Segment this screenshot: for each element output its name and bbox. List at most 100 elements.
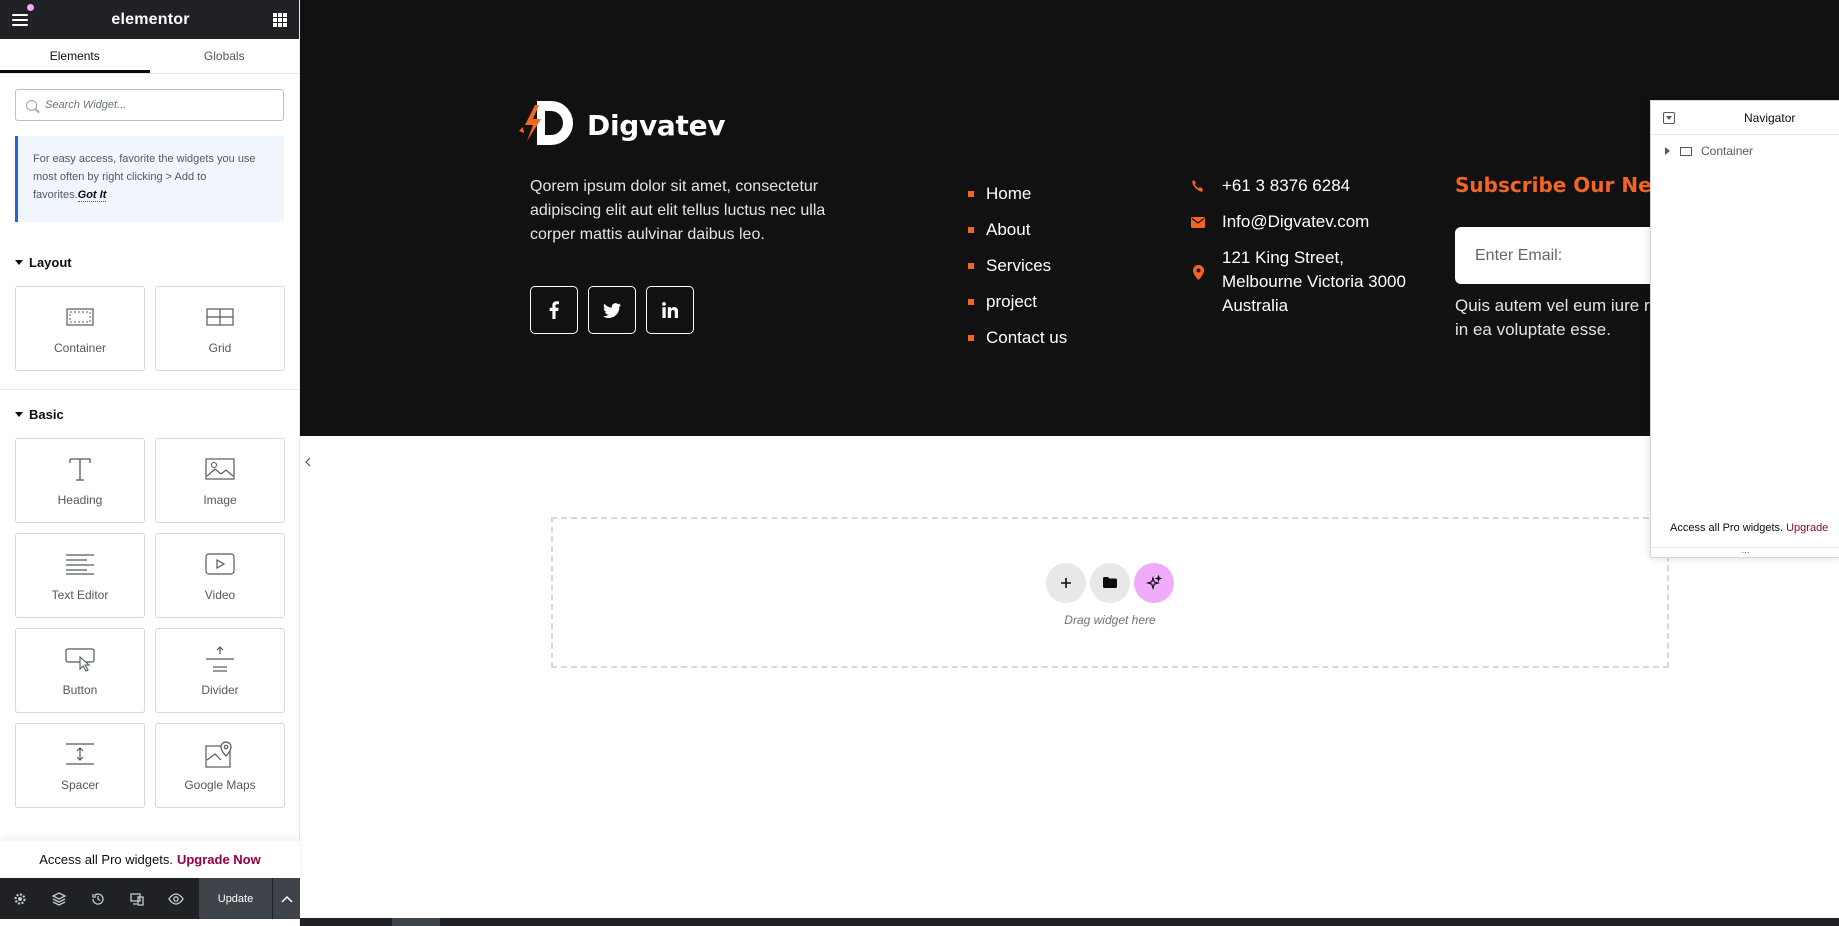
contact-email[interactable]: Info@Digvatev.com bbox=[1190, 212, 1422, 232]
elementor-logo: elementor bbox=[111, 10, 190, 28]
category-layout[interactable]: Layout bbox=[0, 252, 299, 272]
widget-text-editor[interactable]: Text Editor bbox=[15, 533, 145, 618]
widget-label: Image bbox=[203, 492, 237, 507]
bullet bbox=[968, 335, 974, 341]
settings-gear-icon[interactable] bbox=[0, 878, 39, 919]
heading-icon bbox=[65, 455, 95, 483]
category-label: Layout bbox=[29, 254, 72, 270]
favorites-tip: For easy access, favorite the widgets yo… bbox=[15, 136, 284, 222]
pro-text: Access all Pro widgets. bbox=[1670, 522, 1784, 534]
collapse-all-icon[interactable] bbox=[1663, 112, 1675, 124]
bullet bbox=[968, 299, 974, 305]
tab-elements[interactable]: Elements bbox=[0, 39, 150, 73]
navigator-item-label: Container bbox=[1701, 144, 1754, 158]
widget-grid[interactable]: Grid bbox=[155, 286, 285, 371]
linkedin-icon bbox=[662, 302, 678, 318]
notification-dot bbox=[27, 4, 34, 11]
site-footer-section[interactable]: Digvatev Qorem ipsum dolor sit amet, con… bbox=[300, 0, 1839, 436]
widget-container[interactable]: Container bbox=[15, 286, 145, 371]
envelope-icon bbox=[1190, 214, 1206, 230]
widget-button[interactable]: Button bbox=[15, 628, 145, 713]
apps-grid-icon[interactable] bbox=[273, 12, 287, 27]
resize-handle[interactable]: ... bbox=[1651, 546, 1839, 557]
basic-widgets-grid: Heading Image Text Editor Video Button D… bbox=[0, 438, 299, 808]
email-field[interactable] bbox=[1475, 246, 1675, 265]
widget-label: Button bbox=[62, 682, 98, 697]
widget-divider[interactable]: Divider bbox=[155, 628, 285, 713]
brand-name: Digvatev bbox=[587, 108, 726, 142]
empty-container-dropzone[interactable]: Drag widget here bbox=[551, 517, 1669, 668]
widget-label: Text Editor bbox=[51, 587, 109, 602]
update-button[interactable]: Update bbox=[199, 878, 272, 919]
spacer-icon bbox=[65, 740, 95, 768]
chevron-up-icon[interactable] bbox=[273, 878, 300, 919]
add-section-button[interactable] bbox=[1046, 562, 1086, 603]
widget-google-maps[interactable]: Google Maps bbox=[155, 723, 285, 808]
chevron-left-icon bbox=[305, 457, 311, 467]
contact-phone[interactable]: +61 3 8376 6284 bbox=[1190, 176, 1422, 196]
navigator-panel: Navigator Container Access all Pro widge… bbox=[1650, 100, 1839, 558]
contact-info: +61 3 8376 6284 Info@Digvatev.com 121 Ki… bbox=[1190, 176, 1422, 334]
folder-icon bbox=[1103, 577, 1117, 588]
horizontal-scrollbar[interactable] bbox=[300, 918, 1839, 926]
panel-footer: Update bbox=[0, 878, 300, 919]
twitter-button[interactable] bbox=[588, 286, 636, 334]
widget-label: Heading bbox=[57, 492, 103, 507]
layout-widgets-grid: Container Grid bbox=[0, 286, 299, 371]
image-icon bbox=[205, 455, 235, 483]
twitter-icon bbox=[603, 302, 621, 318]
footer-link-project[interactable]: project bbox=[968, 284, 1067, 320]
widget-heading[interactable]: Heading bbox=[15, 438, 145, 523]
preview-eye-icon[interactable] bbox=[156, 878, 195, 919]
tab-globals[interactable]: Globals bbox=[150, 39, 300, 73]
text-editor-icon bbox=[65, 550, 95, 578]
phone-icon bbox=[1190, 178, 1206, 194]
widget-label: Container bbox=[53, 340, 107, 355]
contact-address: 121 King Street, Melbourne Victoria 3000… bbox=[1190, 246, 1422, 318]
widget-image[interactable]: Image bbox=[155, 438, 285, 523]
dropzone-buttons bbox=[1044, 562, 1176, 603]
category-label: Basic bbox=[29, 406, 64, 422]
facebook-button[interactable] bbox=[530, 286, 578, 334]
navigator-item-container[interactable]: Container bbox=[1651, 135, 1839, 167]
scrollbar-thumb[interactable] bbox=[392, 918, 440, 926]
linkedin-button[interactable] bbox=[646, 286, 694, 334]
caret-down-icon bbox=[15, 259, 23, 265]
widget-label: Google Maps bbox=[184, 777, 256, 792]
map-icon bbox=[205, 740, 235, 768]
search-input[interactable] bbox=[45, 99, 265, 111]
collapse-panel-button[interactable] bbox=[300, 444, 316, 480]
footer-link-services[interactable]: Services bbox=[968, 248, 1067, 284]
location-pin-icon bbox=[1190, 264, 1206, 280]
history-icon[interactable] bbox=[78, 878, 117, 919]
tip-text: For easy access, favorite the widgets yo… bbox=[33, 153, 256, 201]
navigator-pro-bar: Access all Pro widgets. Upgrade bbox=[1670, 522, 1828, 534]
widget-spacer[interactable]: Spacer bbox=[15, 723, 145, 808]
widget-video[interactable]: Video bbox=[155, 533, 285, 618]
got-it-link[interactable]: Got It bbox=[77, 189, 107, 202]
brand-logo[interactable]: Digvatev bbox=[515, 97, 726, 153]
footer-link-home[interactable]: Home bbox=[968, 176, 1067, 212]
link-label: Contact us bbox=[986, 328, 1068, 347]
link-label: project bbox=[986, 292, 1038, 311]
add-template-button[interactable] bbox=[1090, 562, 1130, 603]
upgrade-link[interactable]: Upgrade bbox=[1786, 522, 1828, 534]
subscribe-heading: Subscribe Our New bbox=[1455, 173, 1671, 197]
upgrade-now-link[interactable]: Upgrade Now bbox=[177, 852, 261, 867]
editor-root: elementor Elements Globals For easy acce… bbox=[0, 0, 1839, 926]
footer-link-about[interactable]: About bbox=[968, 212, 1067, 248]
email-text: Info@Digvatev.com bbox=[1222, 212, 1370, 231]
menu-icon[interactable] bbox=[12, 13, 28, 26]
elements-panel: elementor Elements Globals For easy acce… bbox=[0, 0, 300, 926]
widget-label: Video bbox=[204, 587, 236, 602]
divider bbox=[0, 389, 299, 390]
grid-icon bbox=[205, 303, 235, 331]
navigator-title: Navigator bbox=[1744, 110, 1796, 125]
bullet bbox=[968, 227, 974, 233]
footer-link-contact[interactable]: Contact us bbox=[968, 320, 1067, 356]
caret-right-icon[interactable] bbox=[1665, 147, 1670, 155]
ai-generate-button[interactable] bbox=[1134, 562, 1174, 603]
category-basic[interactable]: Basic bbox=[0, 404, 299, 424]
layers-icon[interactable] bbox=[39, 878, 78, 919]
responsive-mode-icon[interactable] bbox=[117, 878, 156, 919]
